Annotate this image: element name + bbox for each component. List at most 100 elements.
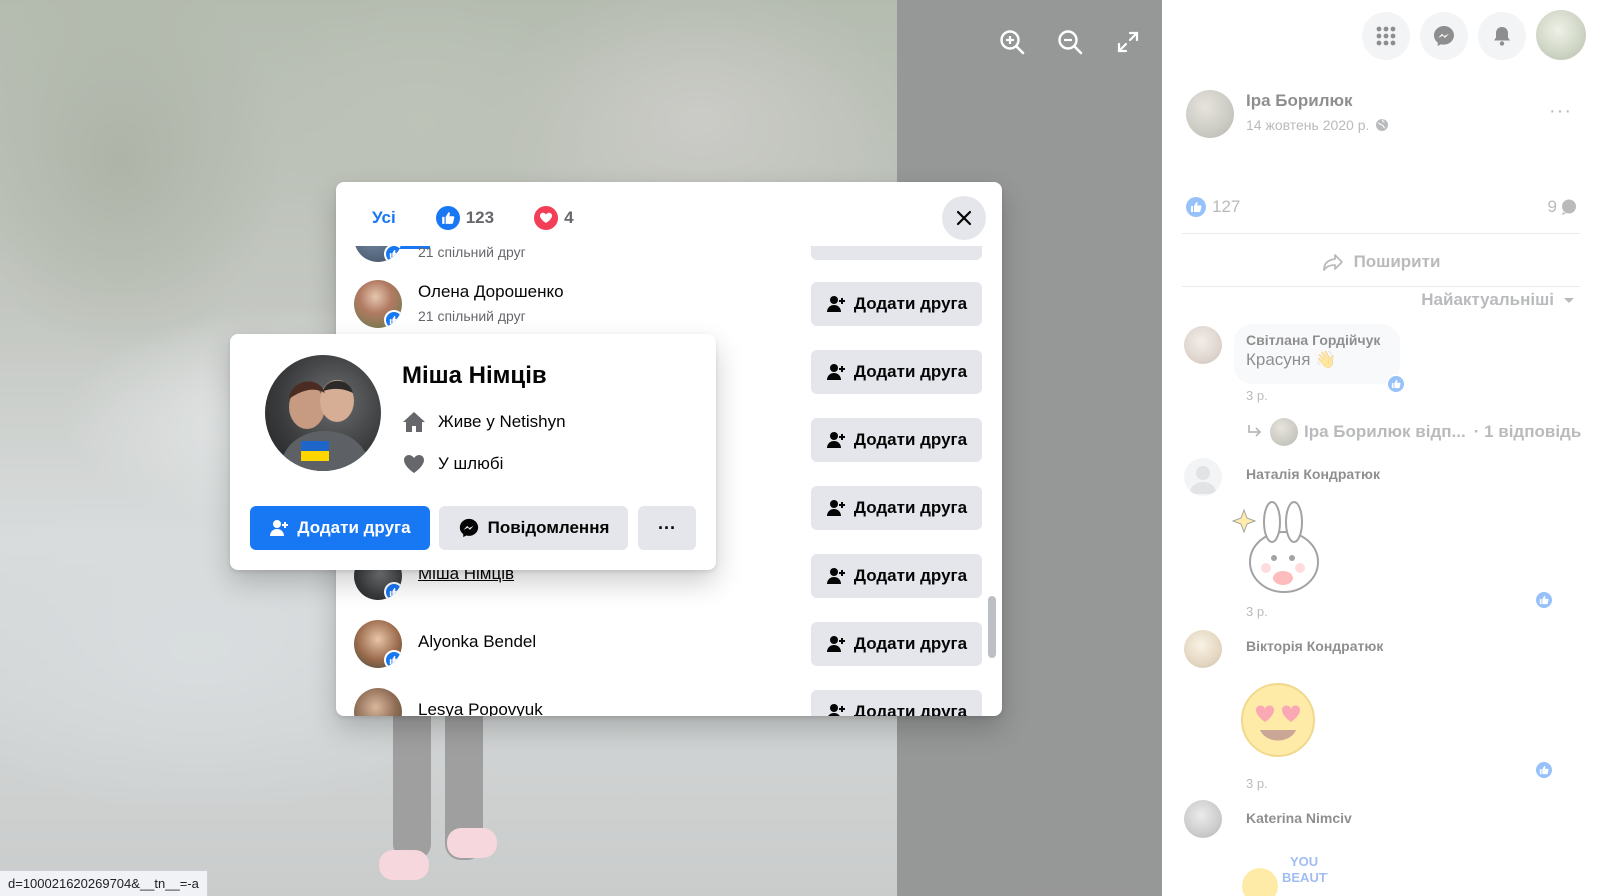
message-label: Повідомлення — [487, 518, 610, 537]
tab-like[interactable]: 123 — [416, 182, 514, 254]
comment-like-badge — [1386, 374, 1406, 394]
add-friend-icon — [270, 520, 289, 536]
commenter-avatar[interactable] — [1184, 326, 1222, 364]
zoom-in-icon — [1000, 30, 1025, 55]
add-friend-icon — [826, 500, 845, 516]
comment-sort-dropdown[interactable]: Найактуальніші — [1421, 290, 1576, 310]
comment-author[interactable]: Вікторія Кондратюк — [1246, 638, 1383, 654]
commenter-avatar[interactable] — [1184, 630, 1222, 668]
fullscreen-button[interactable] — [1110, 24, 1146, 60]
hover-add-friend-button[interactable]: Додати друга — [250, 506, 430, 550]
reaction-summary[interactable]: 127 — [1186, 197, 1240, 217]
divider — [1182, 233, 1580, 234]
add-friend-label: Додати друга — [853, 634, 968, 653]
post-options-icon[interactable]: ··· — [1549, 100, 1572, 123]
reply-author: Іра Борилюк відп... — [1304, 422, 1466, 441]
zoom-out-button[interactable] — [1052, 24, 1088, 60]
post-author-name[interactable]: Іра Борилюк — [1246, 91, 1353, 111]
add-friend-icon — [826, 296, 845, 312]
link-preview-status: d=100021620269704&__tn__=-a — [0, 870, 208, 896]
grid-menu-icon — [1376, 26, 1396, 46]
tab-all[interactable]: Усі — [352, 182, 416, 254]
reactor-avatar[interactable] — [354, 280, 402, 328]
sort-label: Найактуальніші — [1421, 290, 1554, 309]
tab-love[interactable]: 4 — [514, 182, 593, 254]
share-button[interactable]: Поширити — [1162, 244, 1600, 280]
svg-text:BEAUTY: BEAUTY — [1282, 870, 1328, 885]
love-count: 4 — [564, 208, 574, 227]
notifications-button[interactable] — [1478, 12, 1526, 60]
globe-icon — [1376, 119, 1389, 131]
add-friend-label: Додати друга — [853, 702, 968, 716]
comment-text-row: Красуня 👋 — [1246, 350, 1388, 370]
zoom-out-icon — [1058, 30, 1083, 55]
comment-like-badge — [1534, 760, 1554, 780]
close-icon — [956, 210, 972, 226]
add-friend-label: Додати друга — [853, 294, 968, 313]
comment-time[interactable]: 3 р. — [1246, 776, 1268, 791]
add-friend-button[interactable]: Додати друга — [811, 622, 982, 666]
messenger-icon — [459, 518, 478, 538]
hover-card-avatar[interactable] — [265, 355, 381, 471]
add-friend-button[interactable]: Додати друга — [811, 554, 982, 598]
bunny-sticker — [1231, 500, 1332, 600]
close-button[interactable] — [942, 196, 986, 240]
add-friend-icon — [826, 364, 845, 380]
reactor-name[interactable]: Lesya Popovyuk — [418, 700, 543, 716]
post-date[interactable]: 14 жовтень 2020 р. — [1246, 117, 1369, 133]
like-count: 127 — [1212, 197, 1241, 216]
add-friend-button[interactable] — [811, 246, 982, 260]
comment-author[interactable]: Світлана Гордійчук — [1246, 332, 1388, 348]
love-icon — [534, 206, 559, 230]
add-friend-button[interactable]: Додати друга — [811, 690, 982, 716]
svg-text:YOU: YOU — [1290, 854, 1318, 869]
lives-in-city[interactable]: Netishyn — [499, 412, 565, 432]
like-icon — [384, 246, 402, 262]
post-date-row: 14 жовтень 2020 р. — [1246, 117, 1389, 133]
messenger-icon — [1434, 26, 1454, 46]
relationship-row: У шлюбі — [402, 452, 503, 476]
commenter-avatar[interactable] — [1184, 800, 1222, 838]
mutual-friends: 21 спільний друг — [418, 308, 526, 324]
account-avatar[interactable] — [1536, 10, 1586, 60]
reactor-avatar[interactable] — [354, 620, 402, 668]
reactor-name[interactable]: Олена Дорошенко — [418, 282, 564, 302]
comment-time[interactable]: 3 р. — [1246, 604, 1268, 619]
reactor-avatar[interactable] — [354, 688, 402, 716]
home-icon — [403, 412, 425, 432]
share-icon — [1322, 254, 1343, 271]
reactor-name[interactable]: Alyonka Bendel — [418, 632, 536, 652]
add-friend-label: Додати друга — [853, 362, 968, 381]
message-button[interactable]: Повідомлення — [439, 506, 628, 550]
chevron-down-icon — [1564, 298, 1574, 303]
reply-arrow-icon — [1248, 425, 1262, 437]
hover-add-friend-label: Додати друга — [297, 518, 411, 537]
reply-preview[interactable]: Іра Борилюк відп... · 1 відповідь — [1246, 418, 1581, 446]
comment-author[interactable]: Наталія Кондратюк — [1246, 466, 1380, 482]
reply-count: · 1 відповідь — [1473, 422, 1582, 441]
more-options-icon: ··· — [658, 517, 676, 538]
add-friend-button[interactable]: Додати друга — [811, 282, 982, 326]
comment-count-row[interactable]: 9 — [1548, 197, 1578, 217]
add-friend-button[interactable]: Додати друга — [811, 350, 982, 394]
comment-author[interactable]: Katerina Nimciv — [1246, 810, 1352, 826]
commenter-avatar[interactable] — [1184, 458, 1222, 496]
add-friend-icon — [826, 432, 845, 448]
list-scrollbar[interactable] — [988, 596, 996, 658]
more-options-button[interactable]: ··· — [638, 506, 696, 550]
add-friend-button[interactable]: Додати друга — [811, 486, 982, 530]
menu-button[interactable] — [1362, 12, 1410, 60]
comment-time[interactable]: 3 р. — [1246, 388, 1268, 403]
heart-eyes-emoji — [1238, 680, 1318, 760]
messenger-button[interactable] — [1420, 12, 1468, 60]
list-item: Lesya Popovyuk Додати друга — [336, 678, 1002, 716]
author-avatar[interactable] — [1186, 90, 1234, 138]
reactor-avatar[interactable] — [354, 246, 402, 262]
zoom-in-button[interactable] — [994, 24, 1030, 60]
modal-overlay — [1162, 0, 1600, 896]
add-friend-icon — [826, 636, 845, 652]
hover-card-name[interactable]: Міша Німців — [402, 362, 547, 390]
list-item: 21 спільний друг — [336, 246, 1002, 272]
add-friend-label: Додати друга — [853, 430, 968, 449]
add-friend-button[interactable]: Додати друга — [811, 418, 982, 462]
